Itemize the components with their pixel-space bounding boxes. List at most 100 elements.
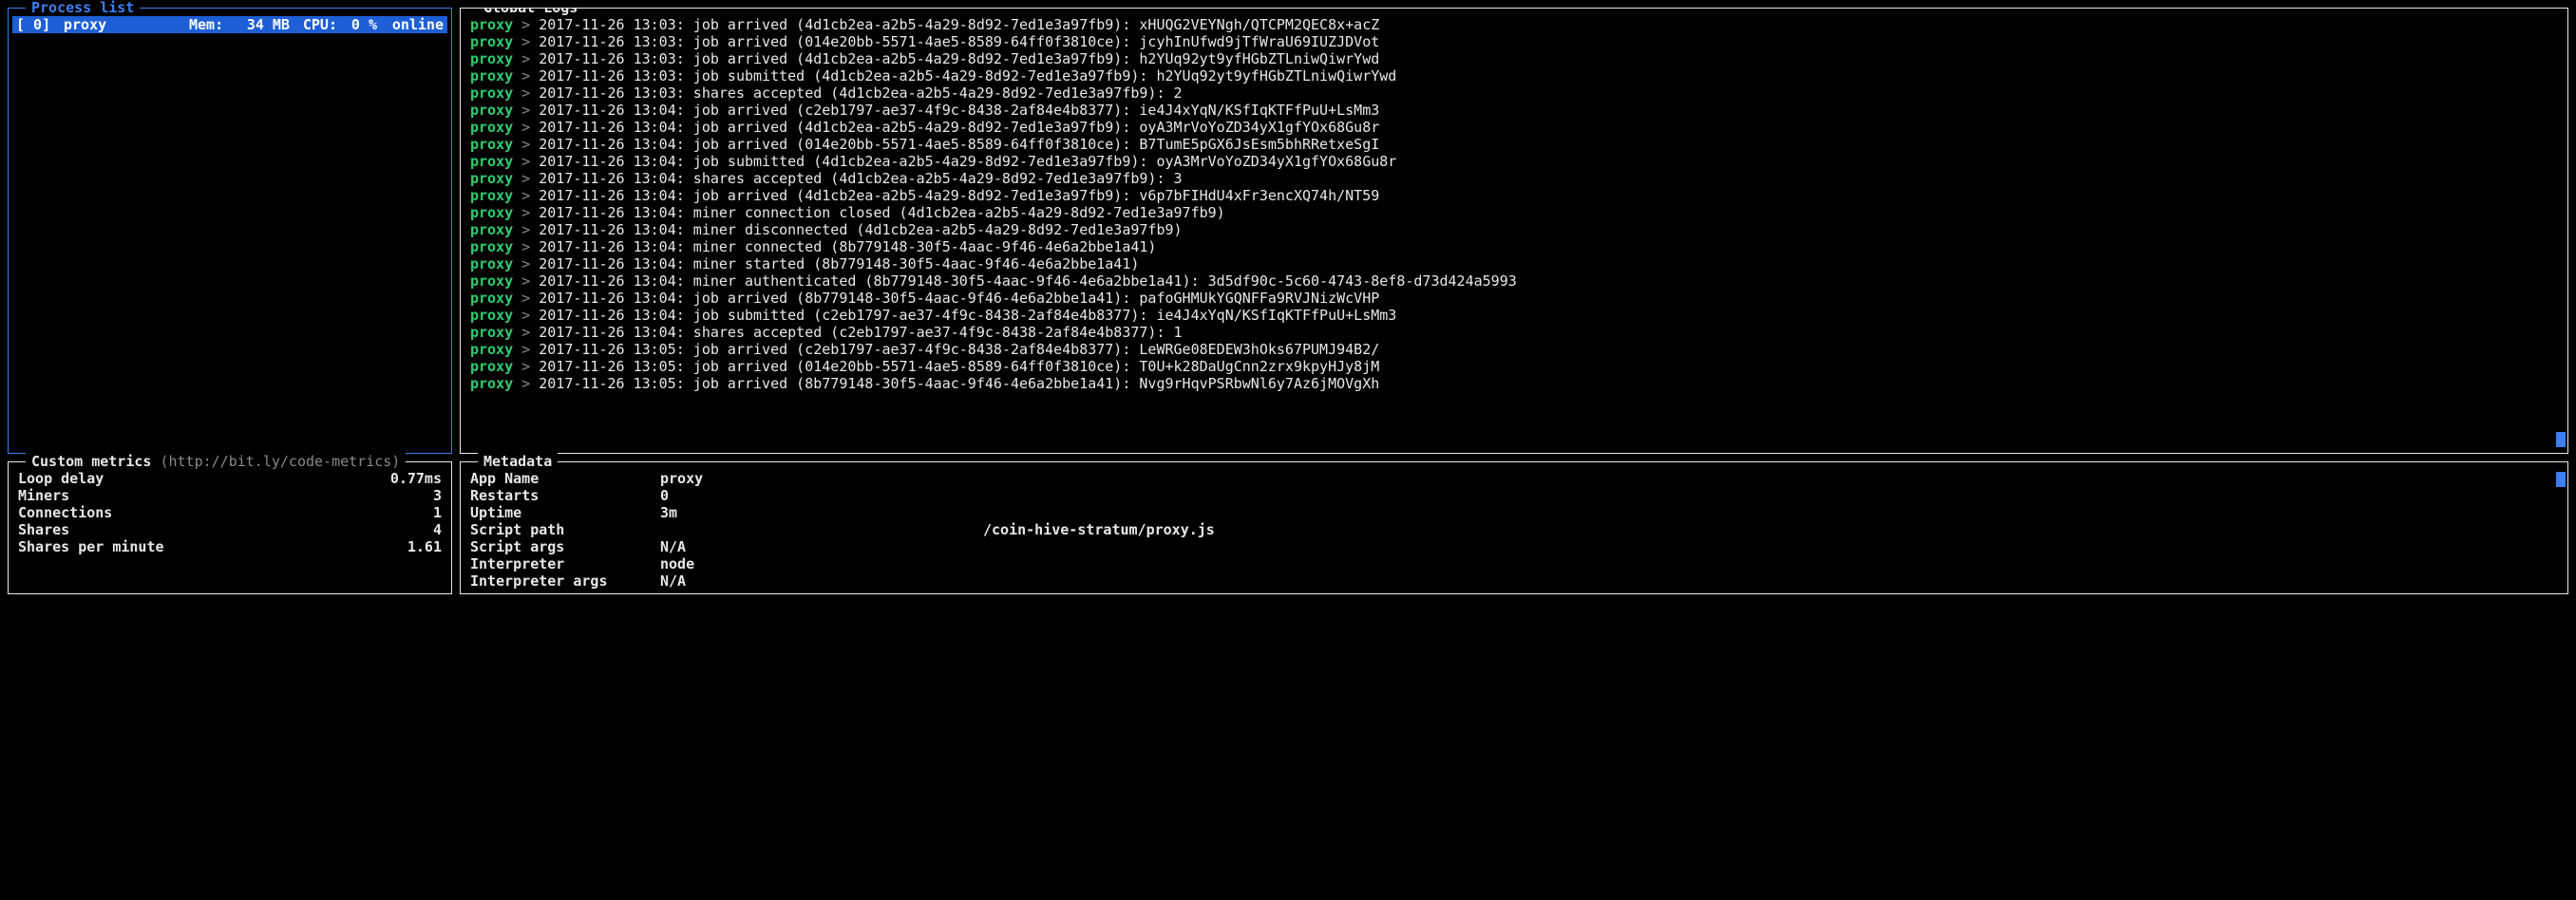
log-sep: > <box>513 307 539 324</box>
log-body: 2017-11-26 13:03: job arrived (4d1cb2ea-… <box>539 16 1379 33</box>
log-source: proxy <box>470 33 513 50</box>
log-sep: > <box>513 84 539 102</box>
meta-value: N/A <box>660 538 686 555</box>
metric-row: Shares per minute1.61 <box>18 538 442 555</box>
process-name: proxy <box>64 16 189 33</box>
process-id: [ 0] <box>16 16 64 33</box>
metric-key: Loop delay <box>18 470 104 487</box>
process-cpu-label: CPU: <box>290 16 337 33</box>
log-source: proxy <box>470 67 513 84</box>
meta-value: /coin-hive-stratum/proxy.js <box>660 521 1215 538</box>
log-line: proxy > 2017-11-26 13:03: shares accepte… <box>470 84 2558 102</box>
log-body: 2017-11-26 13:03: job arrived (4d1cb2ea-… <box>539 50 1379 67</box>
redacted-block <box>660 521 983 538</box>
log-source: proxy <box>470 187 513 204</box>
log-line: proxy > 2017-11-26 13:04: miner disconne… <box>470 221 2558 238</box>
meta-key: Script path <box>470 521 660 538</box>
log-sep: > <box>513 290 539 307</box>
log-source: proxy <box>470 272 513 290</box>
log-body: 2017-11-26 13:03: job arrived (014e20bb-… <box>539 33 1379 50</box>
log-line: proxy > 2017-11-26 13:04: job submitted … <box>470 153 2558 170</box>
log-body: 2017-11-26 13:04: miner disconnected (4d… <box>539 221 1182 238</box>
log-sep: > <box>513 119 539 136</box>
log-body: 2017-11-26 13:04: job arrived (4d1cb2ea-… <box>539 187 1379 204</box>
log-body: 2017-11-26 13:04: job submitted (c2eb179… <box>539 307 1396 324</box>
meta-row: Interpreter argsN/A <box>470 572 2558 590</box>
metric-row: Shares 4 <box>18 521 442 538</box>
process-mem-label: Mem: <box>189 16 235 33</box>
meta-key: Interpreter <box>470 555 660 572</box>
meta-row: App Nameproxy <box>470 470 2558 487</box>
process-status: online <box>377 16 444 33</box>
metadata-title: Metadata <box>478 453 558 470</box>
log-body: 2017-11-26 13:04: shares accepted (4d1cb… <box>539 170 1182 187</box>
meta-key: Restarts <box>470 487 660 504</box>
log-sep: > <box>513 324 539 341</box>
log-body: 2017-11-26 13:04: job arrived (014e20bb-… <box>539 136 1379 153</box>
log-source: proxy <box>470 307 513 324</box>
log-sep: > <box>513 255 539 272</box>
log-line: proxy > 2017-11-26 13:03: job submitted … <box>470 67 2558 84</box>
log-line: proxy > 2017-11-26 13:04: job arrived (4… <box>470 119 2558 136</box>
metric-value: 3 <box>433 487 442 504</box>
log-line: proxy > 2017-11-26 13:04: miner connecte… <box>470 238 2558 255</box>
process-list-title: Process list <box>26 0 140 16</box>
log-source: proxy <box>470 341 513 358</box>
meta-key: App Name <box>470 470 660 487</box>
scrollbar-thumb-icon[interactable] <box>2556 472 2566 487</box>
log-body: 2017-11-26 13:04: job arrived (c2eb1797-… <box>539 102 1379 119</box>
log-line: proxy > 2017-11-26 13:05: job arrived (8… <box>470 375 2558 392</box>
meta-key: Interpreter args <box>470 572 660 590</box>
log-source: proxy <box>470 84 513 102</box>
log-sep: > <box>513 50 539 67</box>
log-body: 2017-11-26 13:03: job submitted (4d1cb2e… <box>539 67 1396 84</box>
scrollbar-thumb-icon[interactable] <box>2556 432 2566 447</box>
log-source: proxy <box>470 358 513 375</box>
log-source: proxy <box>470 102 513 119</box>
metric-key: Miners <box>18 487 69 504</box>
log-body: 2017-11-26 13:04: miner started (8b77914… <box>539 255 1139 272</box>
meta-value: 3m <box>660 504 677 521</box>
log-body: 2017-11-26 13:05: job arrived (c2eb1797-… <box>539 341 1379 358</box>
log-list[interactable]: proxy > 2017-11-26 13:03: job arrived (4… <box>470 16 2558 392</box>
log-sep: > <box>513 221 539 238</box>
log-line: proxy > 2017-11-26 13:04: shares accepte… <box>470 324 2558 341</box>
log-line: proxy > 2017-11-26 13:05: job arrived (0… <box>470 358 2558 375</box>
log-line: proxy > 2017-11-26 13:04: miner started … <box>470 255 2558 272</box>
log-line: proxy > 2017-11-26 13:03: job arrived (4… <box>470 50 2558 67</box>
log-source: proxy <box>470 119 513 136</box>
log-sep: > <box>513 358 539 375</box>
meta-row: Uptime3m <box>470 504 2558 521</box>
log-sep: > <box>513 102 539 119</box>
log-sep: > <box>513 341 539 358</box>
custom-metrics-panel: Custom metrics (http://bit.ly/code-metri… <box>8 461 452 594</box>
meta-row: Restarts0 <box>470 487 2558 504</box>
process-mem: 34 MB <box>235 16 290 33</box>
log-sep: > <box>513 136 539 153</box>
log-line: proxy > 2017-11-26 13:05: job arrived (c… <box>470 341 2558 358</box>
log-sep: > <box>513 187 539 204</box>
log-body: 2017-11-26 13:04: miner connected (8b779… <box>539 238 1156 255</box>
process-list-panel: Process list [ 0] proxy Mem: 34 MB CPU: … <box>8 8 452 454</box>
log-sep: > <box>513 16 539 33</box>
metric-key: Shares <box>18 521 69 538</box>
log-sep: > <box>513 170 539 187</box>
metric-row: Miners 3 <box>18 487 442 504</box>
log-body: 2017-11-26 13:04: job arrived (4d1cb2ea-… <box>539 119 1379 136</box>
metric-value: 4 <box>433 521 442 538</box>
custom-metrics-hint: (http://bit.ly/code-metrics) <box>160 453 400 470</box>
process-row[interactable]: [ 0] proxy Mem: 34 MB CPU: 0 % online <box>12 16 447 33</box>
metric-row: Connections1 <box>18 504 442 521</box>
log-line: proxy > 2017-11-26 13:04: shares accepte… <box>470 170 2558 187</box>
log-source: proxy <box>470 136 513 153</box>
log-sep: > <box>513 153 539 170</box>
log-source: proxy <box>470 16 513 33</box>
log-line: proxy > 2017-11-26 13:04: job arrived (8… <box>470 290 2558 307</box>
log-source: proxy <box>470 153 513 170</box>
log-body: 2017-11-26 13:04: job submitted (4d1cb2e… <box>539 153 1396 170</box>
metric-key: Shares per minute <box>18 538 164 555</box>
log-body: 2017-11-26 13:04: miner authenticated (8… <box>539 272 1517 290</box>
log-source: proxy <box>470 375 513 392</box>
log-body: 2017-11-26 13:05: job arrived (8b779148-… <box>539 375 1379 392</box>
process-cpu: 0 % <box>337 16 377 33</box>
